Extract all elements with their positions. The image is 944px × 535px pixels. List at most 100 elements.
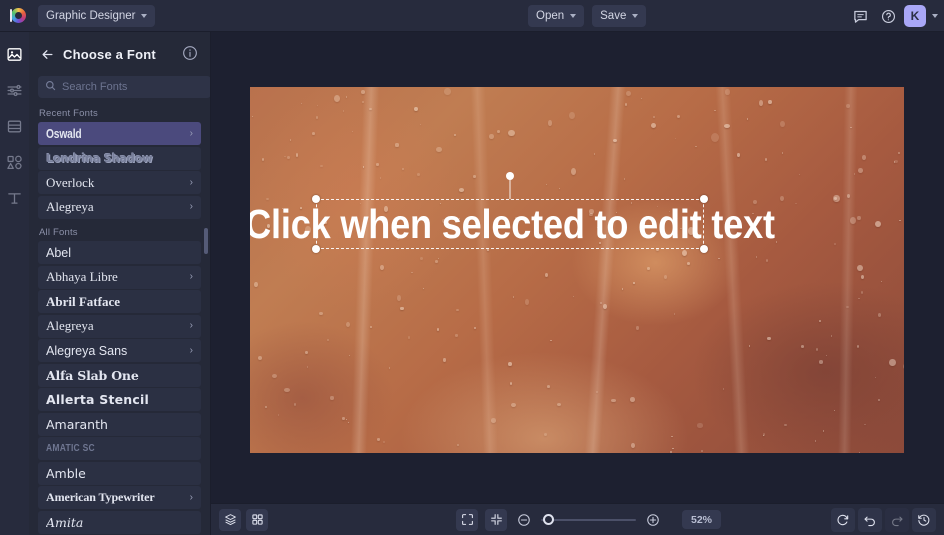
canvas-stage[interactable]: Click when selected to edit text <box>211 32 944 503</box>
font-name-label: Overlock <box>46 174 95 190</box>
font-alegreya[interactable]: Alegreya › <box>38 314 201 338</box>
font-abril-fatface[interactable]: Abril Fatface <box>38 290 201 313</box>
font-amatic-sc[interactable]: Amatic SC <box>38 437 201 460</box>
selected-text-object[interactable]: Click when selected to edit text <box>250 172 775 253</box>
rotate-handle[interactable] <box>506 172 514 180</box>
chevron-right-icon[interactable]: › <box>190 177 193 188</box>
chevron-right-icon[interactable]: › <box>190 345 193 356</box>
font-name-label: Alegreya <box>46 318 94 333</box>
design-canvas[interactable]: Click when selected to edit text <box>250 87 904 453</box>
font-name-label: Amaranth <box>46 416 108 432</box>
all-fonts-label: All Fonts <box>39 227 78 238</box>
top-bar-right-actions: K <box>848 0 938 32</box>
chevron-right-icon[interactable]: › <box>190 321 193 331</box>
fit-to-screen-icon[interactable] <box>456 508 478 531</box>
resize-handle-bottom-left[interactable] <box>312 245 320 253</box>
sidebar-item-layout[interactable] <box>5 116 25 136</box>
document-name-label: Graphic Designer <box>46 9 136 22</box>
sidebar-item-text[interactable] <box>5 188 25 208</box>
account-chevron-down-icon[interactable] <box>932 14 938 18</box>
info-circle-icon[interactable] <box>182 45 200 63</box>
chevron-right-icon[interactable]: › <box>190 272 193 282</box>
font-name-label: Abril Fatface <box>46 293 121 309</box>
avatar-initial: K <box>910 9 920 23</box>
open-button[interactable]: Open <box>528 5 585 27</box>
font-amble[interactable]: Amble <box>38 461 201 485</box>
grid-icon[interactable] <box>246 508 268 531</box>
zoom-level-value[interactable]: 52% <box>682 510 722 529</box>
font-abhaya-libre[interactable]: Abhaya Libre › <box>38 265 201 289</box>
font-list-scrollbar[interactable] <box>203 228 208 254</box>
zoom-out-icon[interactable] <box>514 510 534 530</box>
redo-icon[interactable] <box>885 507 909 532</box>
panel-header: Choose a Font <box>29 37 210 71</box>
font-name-label: Allerta Stencil <box>46 392 149 407</box>
app-root: Graphic Designer Open Save K Choose a Fo… <box>0 0 944 535</box>
recent-font-alegreya[interactable]: Alegreya › <box>38 195 201 219</box>
font-panel: Choose a Font Search Fonts Recent Fonts … <box>29 32 211 535</box>
font-alegreya-sans[interactable]: Alegreya Sans › <box>38 339 201 362</box>
chevron-right-icon[interactable]: › <box>190 492 193 503</box>
arrow-left-icon[interactable] <box>37 44 57 64</box>
font-abel[interactable]: Abel <box>38 241 201 264</box>
font-name-label: Amatic SC <box>46 443 95 454</box>
resize-handle-bottom-right[interactable] <box>700 245 708 253</box>
sidebar-item-shapes[interactable] <box>5 152 25 172</box>
zoom-in-icon[interactable] <box>643 510 663 530</box>
top-bar-center-actions: Open Save <box>528 0 647 32</box>
font-allerta-stencil[interactable]: Allerta Stencil <box>38 388 201 411</box>
help-circle-icon[interactable] <box>876 4 900 28</box>
font-name-label: American Typewriter <box>46 490 155 504</box>
shrink-icon[interactable] <box>485 508 507 531</box>
sidebar-item-adjust[interactable] <box>5 80 25 100</box>
search-icon <box>45 78 56 96</box>
font-name-label: Alegreya <box>46 199 94 214</box>
recent-font-oswald[interactable]: Oswald › <box>38 122 201 145</box>
chevron-right-icon[interactable]: › <box>190 202 193 212</box>
font-name-label: Oswald <box>46 126 82 141</box>
font-amita[interactable]: Amita <box>38 510 201 534</box>
chevron-right-icon[interactable]: › <box>190 128 193 139</box>
font-name-label: Alegreya Sans <box>46 343 128 358</box>
brand-logo-icon[interactable] <box>8 6 28 26</box>
font-amaranth[interactable]: Amaranth <box>38 412 201 436</box>
canvas-text: Click when selected to edit text <box>250 200 775 247</box>
open-button-label: Open <box>536 10 565 22</box>
search-input[interactable] <box>62 81 204 93</box>
zoom-slider-knob[interactable] <box>543 514 554 525</box>
chevron-down-icon <box>141 13 148 18</box>
bottom-toolbar: 52% <box>211 503 944 535</box>
search-input-wrapper[interactable] <box>38 76 210 98</box>
sidebar-item-image[interactable] <box>5 44 25 64</box>
canvas-droplets <box>250 87 904 453</box>
font-name-label: Abhaya Libre <box>46 269 118 284</box>
undo-icon[interactable] <box>858 507 882 532</box>
font-american-typewriter[interactable]: American Typewriter › <box>38 486 201 509</box>
save-button-label: Save <box>600 10 627 22</box>
document-name-chip[interactable]: Graphic Designer <box>38 4 156 27</box>
rotate-stem <box>509 178 511 199</box>
zoom-controls: 52% <box>456 508 722 531</box>
layers-icon[interactable] <box>219 508 241 531</box>
recent-font-overlock[interactable]: Overlock › <box>38 171 201 194</box>
font-alfa-slab-one[interactable]: Alfa Slab One <box>38 363 201 387</box>
reset-icon[interactable] <box>831 507 855 532</box>
font-name-label: Amita <box>46 514 84 530</box>
history-icon[interactable] <box>912 507 936 532</box>
font-search-row <box>29 73 210 101</box>
avatar[interactable]: K <box>904 5 926 27</box>
font-name-label: Abel <box>46 245 72 260</box>
save-button[interactable]: Save <box>592 5 647 27</box>
resize-handle-top-right[interactable] <box>700 195 708 203</box>
chevron-down-icon <box>632 14 639 18</box>
recent-fonts-list: Oswald › Londrina Shadow Overlock › Alegreya › <box>29 122 210 219</box>
left-tool-rail <box>0 32 29 535</box>
font-name-label: Londrina Shadow <box>46 151 153 165</box>
comment-icon[interactable] <box>848 4 872 28</box>
recent-font-londrina-shadow[interactable]: Londrina Shadow <box>38 146 201 170</box>
top-bar: Graphic Designer Open Save K <box>0 0 944 32</box>
chevron-down-icon <box>570 14 577 18</box>
resize-handle-top-left[interactable] <box>312 195 320 203</box>
zoom-slider[interactable] <box>541 514 636 525</box>
all-fonts-list: Abel Abhaya Libre › Abril Fatface Alegreya › A… <box>29 241 210 534</box>
